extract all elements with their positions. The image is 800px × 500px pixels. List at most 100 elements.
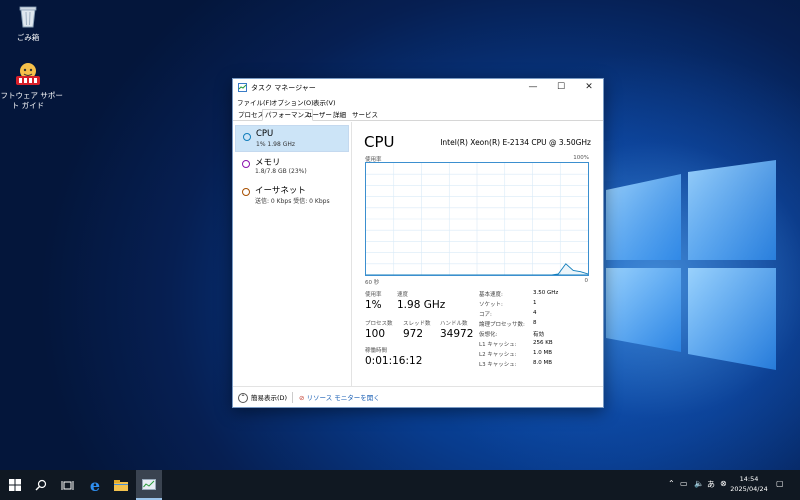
usage-label: 使用率 — [365, 292, 382, 298]
spec-key: 仮想化: — [479, 332, 498, 338]
resource-list: CPU 1% 1.98 GHz メモリ 1.8/7.8 GB (23%) イーサ… — [233, 122, 352, 386]
clock[interactable]: 14:54 2025/04/24 — [729, 474, 769, 494]
spec-value: 有効 — [533, 332, 545, 338]
cpu-model: Intel(R) Xeon(R) E-2134 CPU @ 3.50GHz — [440, 138, 591, 147]
speed-label: 速度 — [397, 292, 409, 298]
edge-button[interactable]: e — [82, 470, 108, 500]
desktop-icon-recycle-bin[interactable]: ごみ箱 — [0, 4, 63, 43]
spec-value: 256 KB — [533, 340, 553, 346]
task-manager-app-icon — [238, 83, 247, 92]
graph-label-max: 100% — [573, 155, 589, 161]
cpu-detail-pane: CPU Intel(R) Xeon(R) E-2134 CPU @ 3.50GH… — [353, 122, 603, 386]
search-button[interactable] — [28, 470, 54, 500]
notifications-icon[interactable]: ▢ — [776, 479, 784, 488]
resource-name: メモリ — [255, 158, 281, 168]
show-hidden-icons[interactable]: ⌃ — [668, 479, 675, 488]
taskbar: e ⌃ ▭ 🔈 あ ⊗ 14:54 2025/04/24 ▢ — [0, 470, 800, 500]
resource-detail: 1.8/7.8 GB (23%) — [255, 168, 307, 175]
resource-cpu[interactable]: CPU 1% 1.98 GHz — [235, 125, 349, 152]
window-footer: ⌃ 簡易表示(D) ⊘ リソース モニターを開く — [233, 386, 603, 407]
spec-value: 4 — [533, 310, 537, 316]
network-icon[interactable]: ▭ — [680, 479, 688, 488]
spec-key: L2 キャッシュ: — [479, 352, 517, 358]
spec-value: 8.0 MB — [533, 360, 553, 366]
desktop-icon-label: ごみ箱 — [16, 33, 40, 42]
language-icon[interactable]: あ — [707, 479, 715, 490]
spec-key: 論理プロセッサ数: — [479, 322, 525, 328]
task-manager-taskbar-button[interactable] — [136, 470, 162, 500]
processes-value: 100 — [365, 328, 386, 340]
resource-monitor-icon: ⊘ — [299, 394, 305, 402]
ethernet-ring-icon — [242, 188, 250, 196]
desktop-icon-label: ソフトウェア サポート ガイド — [0, 91, 63, 110]
window-title: タスク マネージャー — [251, 84, 316, 92]
clock-date: 2025/04/24 — [730, 485, 768, 493]
title-bar[interactable]: タスク マネージャー — ☐ ✕ — [233, 79, 603, 96]
tab-details[interactable]: 詳細 — [330, 109, 349, 121]
menu-bar: ファイル(F) オプション(O) 表示(V) — [233, 96, 603, 107]
threads-value: 972 — [403, 328, 424, 340]
resource-detail: 1% 1.98 GHz — [256, 141, 296, 148]
tab-strip: プロセス パフォーマンス ユーザー 詳細 サービス — [233, 108, 603, 121]
volume-icon[interactable]: 🔈 — [694, 479, 704, 488]
spec-key: 基本速度: — [479, 292, 503, 298]
close-button[interactable]: ✕ — [575, 79, 603, 96]
recycle-bin-icon — [0, 4, 63, 31]
spec-value: 8 — [533, 320, 537, 326]
uptime-value: 0:01:16:12 — [365, 355, 423, 367]
clock-time: 14:54 — [739, 475, 759, 483]
resource-detail: 送信: 0 Kbps 受信: 0 Kbps — [255, 198, 330, 205]
resource-monitor-label: リソース モニターを開く — [306, 394, 380, 402]
spec-key: L1 キャッシュ: — [479, 342, 517, 348]
chevron-up-icon: ⌃ — [238, 393, 248, 403]
minimize-button[interactable]: — — [519, 79, 547, 96]
memory-ring-icon — [242, 160, 250, 168]
start-icon — [9, 479, 21, 491]
threads-label: スレッド数 — [403, 321, 431, 327]
resource-name: CPU — [256, 129, 274, 139]
menu-file[interactable]: ファイル(F) — [237, 97, 272, 107]
start-button[interactable] — [2, 470, 28, 500]
spec-key: ソケット: — [479, 302, 503, 308]
cpu-usage-graph — [365, 162, 589, 276]
fewer-details-label: 簡易表示(D) — [251, 394, 288, 402]
resource-memory[interactable]: メモリ 1.8/7.8 GB (23%) — [235, 153, 349, 180]
spec-value: 3.50 GHz — [533, 290, 559, 296]
divider — [292, 392, 293, 403]
task-manager-icon — [142, 478, 156, 490]
graph-grid — [366, 163, 588, 275]
ime-icon[interactable]: ⊗ — [720, 479, 727, 488]
axis-label-right: 0 — [584, 278, 589, 284]
spec-key: コア: — [479, 312, 492, 318]
task-view-icon — [61, 480, 73, 490]
task-manager-window[interactable]: タスク マネージャー — ☐ ✕ ファイル(F) オプション(O) 表示(V) … — [232, 78, 604, 408]
handles-label: ハンドル数 — [440, 321, 468, 327]
edge-icon: e — [89, 475, 101, 495]
maximize-button[interactable]: ☐ — [547, 79, 575, 96]
tab-services[interactable]: サービス — [349, 109, 381, 121]
usage-value: 1% — [365, 299, 382, 311]
desktop-icon-support-guide[interactable]: ソフトウェア サポート ガイド — [0, 62, 63, 111]
menu-options[interactable]: オプション(O) — [271, 97, 314, 107]
resource-name: イーサネット — [255, 186, 306, 196]
cpu-ring-icon — [243, 133, 251, 141]
menu-view[interactable]: 表示(V) — [313, 97, 336, 107]
speed-value: 1.98 GHz — [397, 299, 446, 311]
cpu-heading: CPU — [364, 133, 395, 151]
resource-ethernet[interactable]: イーサネット 送信: 0 Kbps 受信: 0 Kbps — [235, 181, 349, 208]
uptime-label: 稼働時間 — [365, 348, 388, 354]
file-explorer-button[interactable] — [108, 470, 134, 500]
spec-value: 1 — [533, 300, 537, 306]
fewer-details-button[interactable]: ⌃ 簡易表示(D) — [238, 392, 287, 403]
windows-logo — [606, 160, 776, 370]
spec-value: 1.0 MB — [533, 350, 553, 356]
search-icon — [35, 479, 47, 491]
processes-label: プロセス数 — [365, 321, 393, 327]
file-explorer-icon — [114, 479, 128, 491]
support-guide-icon — [0, 62, 63, 89]
handles-value: 34972 — [440, 328, 474, 340]
resource-monitor-link[interactable]: ⊘ リソース モニターを開く — [299, 392, 380, 402]
axis-label-left: 60 秒 — [365, 280, 380, 286]
spec-key: L3 キャッシュ: — [479, 362, 517, 368]
task-view-button[interactable] — [54, 470, 80, 500]
